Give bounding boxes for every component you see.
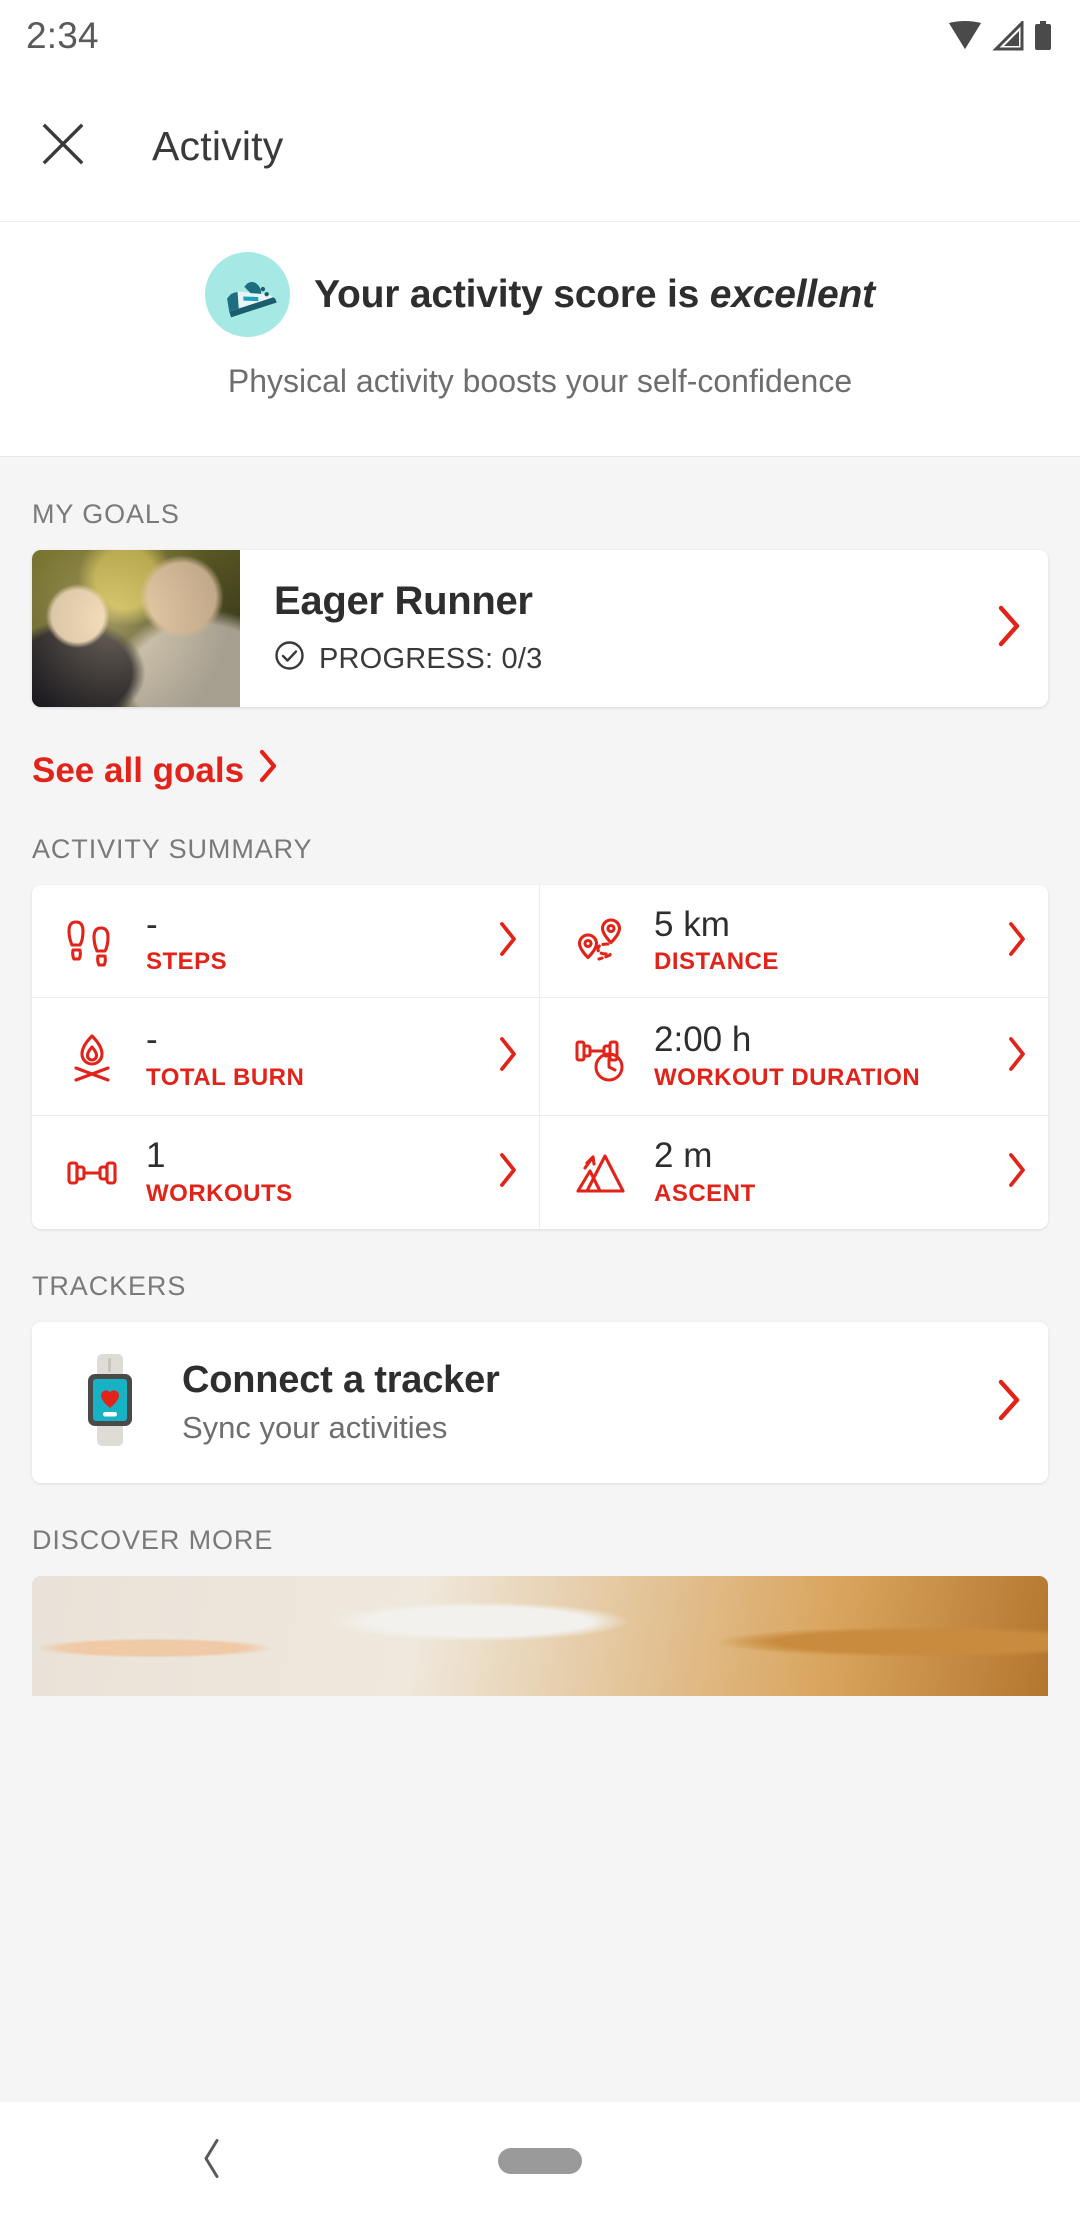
goal-card-body: Eager Runner PROGRESS: 0/3 (240, 550, 1048, 707)
chevron-right-icon[interactable] (996, 604, 1022, 653)
summary-cell-distance[interactable]: 5 km DISTANCE (540, 885, 1048, 998)
home-pill[interactable] (498, 2148, 582, 2174)
activity-summary-section-label: ACTIVITY SUMMARY (32, 834, 313, 864)
trackers-section-label: TRACKERS (32, 1271, 187, 1301)
goal-title: Eager Runner (274, 578, 533, 623)
tracker-subtitle: Sync your activities (182, 1410, 448, 1445)
status-bar-icons (948, 21, 1052, 51)
app-bar: Activity (0, 72, 1080, 222)
runners-photo (32, 550, 240, 707)
summary-label: STEPS (146, 948, 228, 976)
campfire-icon (60, 1028, 124, 1086)
dumbbell-clock-icon (568, 1028, 632, 1086)
close-icon (38, 119, 88, 174)
system-nav-bar (0, 2102, 1080, 2220)
summary-cell-text: 2:00 h WORKOUT DURATION (654, 1021, 978, 1092)
woman-drinking-water-photo[interactable] (32, 1576, 1048, 1696)
chevron-right-icon[interactable] (1006, 1035, 1028, 1078)
status-bar-clock: 2:34 (26, 15, 99, 56)
summary-label: WORKOUTS (146, 1179, 293, 1207)
summary-cell-text: - TOTAL BURN (146, 1021, 469, 1092)
activity-score-subtitle: Physical activity boosts your self-confi… (227, 363, 853, 399)
connect-tracker-card[interactable]: Connect a tracker Sync your activities (32, 1322, 1048, 1483)
running-shoe-icon (205, 252, 291, 337)
status-bar: 2:34 (0, 0, 1080, 72)
summary-value: 2 m (654, 1136, 713, 1176)
activity-summary-grid: - STEPS 5 km DISTANCE - TOTAL BURN 2:00 … (32, 885, 1048, 1229)
summary-label: WORKOUT DURATION (654, 1063, 921, 1091)
tracker-card-text: Connect a tracker Sync your activities (182, 1359, 962, 1446)
summary-cell-text: 5 km DISTANCE (654, 904, 978, 977)
check-circle-icon (274, 640, 305, 679)
activity-score-title: Your activity score is excellent (314, 273, 875, 317)
chevron-right-icon[interactable] (497, 1035, 519, 1078)
page-title: Activity (152, 123, 284, 169)
hero-row: Your activity score is excellent (0, 252, 1080, 337)
summary-cell-text: - STEPS (146, 904, 469, 977)
summary-cell-text: 2 m ASCENT (654, 1137, 978, 1208)
dumbbell-icon (60, 1144, 124, 1202)
route-pins-icon (568, 912, 632, 970)
summary-cell-workouts[interactable]: 1 WORKOUTS (32, 1116, 540, 1229)
see-all-goals-label: See all goals (32, 750, 245, 790)
smartwatch-heart-icon (72, 1352, 148, 1453)
summary-label: ASCENT (654, 1179, 756, 1207)
goal-progress-label: PROGRESS: 0/3 (319, 642, 543, 675)
summary-value: 1 (146, 1136, 166, 1176)
chevron-right-icon[interactable] (497, 1151, 519, 1194)
summary-cell-workout-duration[interactable]: 2:00 h WORKOUT DURATION (540, 998, 1048, 1116)
summary-value: - (146, 1020, 158, 1060)
summary-cell-total-burn[interactable]: - TOTAL BURN (32, 998, 540, 1116)
chevron-right-icon (258, 749, 278, 792)
footprints-icon (60, 912, 124, 970)
chevron-right-icon[interactable] (1006, 920, 1028, 963)
activity-screen: 2:34 Activity Your activity score is exc… (0, 0, 1080, 2220)
hero-title-emphasis: excellent (709, 272, 875, 316)
goal-card-eager-runner[interactable]: Eager Runner PROGRESS: 0/3 (32, 550, 1048, 707)
summary-cell-text: 1 WORKOUTS (146, 1137, 469, 1208)
battery-icon (1034, 21, 1052, 51)
tracker-title: Connect a tracker (182, 1359, 500, 1401)
summary-value: 2:00 h (654, 1020, 752, 1060)
summary-label: TOTAL BURN (146, 1063, 305, 1091)
hero-title-prefix: Your activity score is (314, 272, 710, 316)
back-icon[interactable] (200, 2138, 224, 2185)
summary-value: - (146, 904, 158, 944)
goal-card-text: Eager Runner PROGRESS: 0/3 (274, 579, 996, 679)
chevron-right-icon[interactable] (996, 1378, 1022, 1427)
summary-label: DISTANCE (654, 948, 779, 976)
cellular-signal-icon (992, 21, 1024, 51)
summary-value: 5 km (654, 904, 730, 944)
goal-progress: PROGRESS: 0/3 (274, 640, 996, 679)
chevron-right-icon[interactable] (1006, 1151, 1028, 1194)
close-button[interactable] (32, 116, 94, 178)
chevron-right-icon[interactable] (497, 920, 519, 963)
wifi-icon (948, 21, 982, 51)
activity-score-hero: Your activity score is excellent Physica… (0, 222, 1080, 457)
my-goals-section-label: MY GOALS (32, 499, 180, 529)
mountains-icon (568, 1144, 632, 1202)
discover-more-section-label: DISCOVER MORE (32, 1525, 274, 1555)
see-all-goals-link[interactable]: See all goals (0, 707, 1080, 792)
summary-cell-ascent[interactable]: 2 m ASCENT (540, 1116, 1048, 1229)
summary-cell-steps[interactable]: - STEPS (32, 885, 540, 998)
